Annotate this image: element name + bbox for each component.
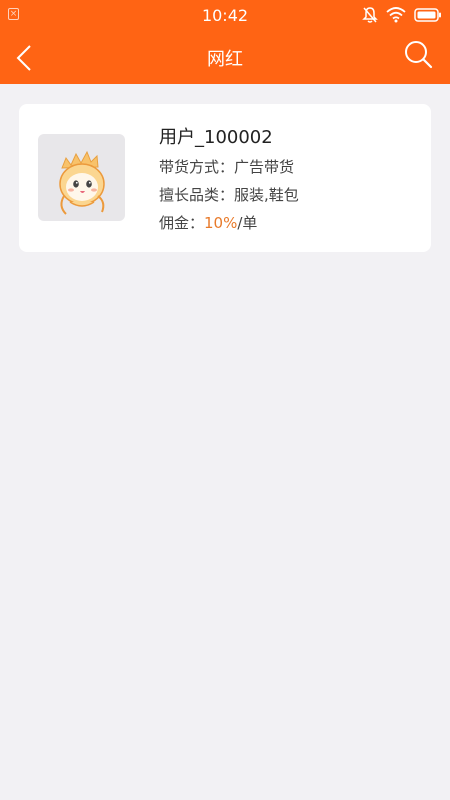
- search-icon: [405, 41, 433, 69]
- influencer-card[interactable]: 用户_100002 带货方式：广告带货 擅长品类：服装,鞋包 佣金：10%/单: [19, 104, 431, 252]
- sales-method-row: 带货方式：广告带货: [159, 154, 299, 180]
- avatar: [38, 134, 125, 221]
- back-button[interactable]: [10, 42, 42, 74]
- commission-row: 佣金：10%/单: [159, 210, 299, 236]
- app-bar: 网红: [0, 32, 450, 84]
- category-row: 擅长品类：服装,鞋包: [159, 182, 299, 208]
- wifi-icon: [386, 7, 406, 23]
- status-bar: × 10:42: [0, 0, 450, 32]
- username: 用户_100002: [159, 127, 273, 148]
- cartoon-avatar-icon: [59, 150, 105, 215]
- page-title: 网红: [207, 49, 243, 70]
- battery-icon: [414, 8, 441, 22]
- chevron-left-icon: [16, 45, 31, 71]
- category-label: 擅长品类：: [159, 186, 235, 204]
- influencer-info: 用户_100002 带货方式：广告带货 擅长品类：服装,鞋包 佣金：10%/单: [159, 124, 299, 236]
- commission-value: 10%: [204, 214, 238, 232]
- mute-icon: [362, 7, 378, 23]
- commission-unit: /单: [237, 214, 258, 232]
- status-icons: [362, 6, 442, 24]
- search-button[interactable]: [402, 38, 434, 70]
- commission-label: 佣金：: [159, 214, 205, 232]
- category-value: 服装,鞋包: [234, 186, 299, 204]
- sales-method-label: 带货方式：: [159, 158, 235, 176]
- sales-method-value: 广告带货: [234, 158, 295, 176]
